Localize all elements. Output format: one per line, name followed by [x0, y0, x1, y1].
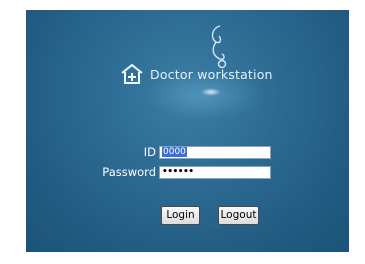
password-label: Password	[102, 165, 156, 179]
login-button[interactable]: Login	[161, 206, 200, 225]
password-input[interactable]: ••••••	[159, 166, 271, 179]
login-panel: Doctor workstation ID 0000 Password ••••…	[26, 10, 349, 252]
logout-button[interactable]: Logout	[218, 206, 259, 225]
app-title: Doctor workstation	[150, 66, 273, 82]
id-input-value: 0000	[162, 147, 187, 157]
brand-header: Doctor workstation	[120, 62, 273, 86]
home-plus-icon	[121, 63, 143, 84]
id-label: ID	[143, 145, 156, 159]
password-input-value: ••••••	[162, 167, 194, 177]
id-input[interactable]: 0000	[159, 146, 271, 159]
sparkle-decoration	[201, 88, 221, 96]
